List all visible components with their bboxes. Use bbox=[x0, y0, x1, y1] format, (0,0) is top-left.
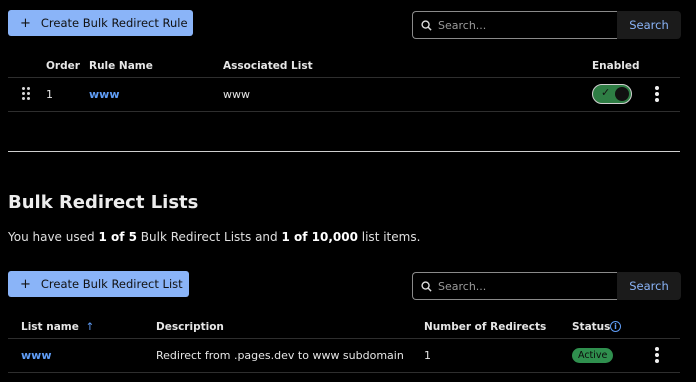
list-redirect-count: 1 bbox=[424, 349, 431, 362]
col-associated-list: Associated List bbox=[223, 60, 313, 72]
lists-search-button[interactable]: Search bbox=[617, 272, 681, 300]
plus-icon: + bbox=[20, 276, 31, 292]
row-divider bbox=[8, 111, 680, 112]
rules-search-input[interactable] bbox=[438, 18, 608, 32]
rules-search-button[interactable]: Search bbox=[617, 11, 681, 39]
col-description: Description bbox=[156, 321, 224, 333]
usage-suffix: list items. bbox=[357, 230, 421, 244]
rules-search-field[interactable] bbox=[412, 11, 617, 39]
usage-text: You have used 1 of 5 Bulk Redirect Lists… bbox=[8, 230, 420, 244]
col-number-of-redirects: Number of Redirects bbox=[424, 321, 547, 333]
usage-items-count: 1 of 10,000 bbox=[281, 230, 358, 244]
search-icon bbox=[421, 280, 432, 292]
rule-associated-list: www bbox=[223, 88, 250, 101]
plus-icon: + bbox=[20, 15, 31, 31]
info-icon[interactable]: i bbox=[610, 321, 621, 332]
toggle-knob bbox=[615, 87, 629, 101]
create-list-label: Create Bulk Redirect List bbox=[40, 277, 183, 291]
lists-search-field[interactable] bbox=[412, 272, 617, 300]
enabled-toggle[interactable]: ✓ bbox=[592, 84, 632, 104]
create-rule-label: Create Bulk Redirect Rule bbox=[40, 16, 188, 30]
create-bulk-redirect-list-button[interactable]: + Create Bulk Redirect List bbox=[8, 271, 189, 297]
rule-order: 1 bbox=[46, 88, 53, 101]
page-title: Bulk Redirect Lists bbox=[8, 192, 199, 213]
lists-search: Search bbox=[412, 272, 681, 300]
rule-name-link[interactable]: www bbox=[89, 88, 120, 101]
col-enabled: Enabled bbox=[592, 60, 640, 72]
check-icon: ✓ bbox=[601, 86, 611, 99]
header-divider bbox=[8, 77, 680, 78]
create-bulk-redirect-rule-button[interactable]: + Create Bulk Redirect Rule bbox=[8, 10, 193, 36]
list-description: Redirect from .pages.dev to www subdomai… bbox=[156, 349, 404, 362]
drag-handle-icon[interactable] bbox=[22, 87, 30, 101]
list-name-link[interactable]: www bbox=[21, 349, 52, 362]
header-divider bbox=[8, 338, 680, 339]
lists-search-input[interactable] bbox=[438, 279, 608, 293]
search-icon bbox=[421, 19, 432, 31]
col-list-name[interactable]: List name ↑ bbox=[21, 321, 94, 333]
usage-lists-count: 1 of 5 bbox=[98, 230, 137, 244]
col-rule-name: Rule Name bbox=[89, 60, 153, 72]
status-badge: Active bbox=[572, 348, 614, 363]
usage-prefix: You have used bbox=[8, 230, 99, 244]
row-divider bbox=[8, 372, 680, 373]
more-options-icon[interactable] bbox=[654, 347, 660, 363]
col-list-name-label: List name bbox=[21, 321, 79, 333]
usage-middle: Bulk Redirect Lists and bbox=[136, 230, 282, 244]
more-options-icon[interactable] bbox=[654, 86, 660, 102]
sort-ascending-icon: ↑ bbox=[85, 321, 95, 333]
rules-search: Search bbox=[412, 11, 681, 39]
col-order: Order bbox=[46, 60, 80, 72]
section-divider bbox=[8, 151, 680, 152]
col-status: Status bbox=[572, 321, 611, 333]
